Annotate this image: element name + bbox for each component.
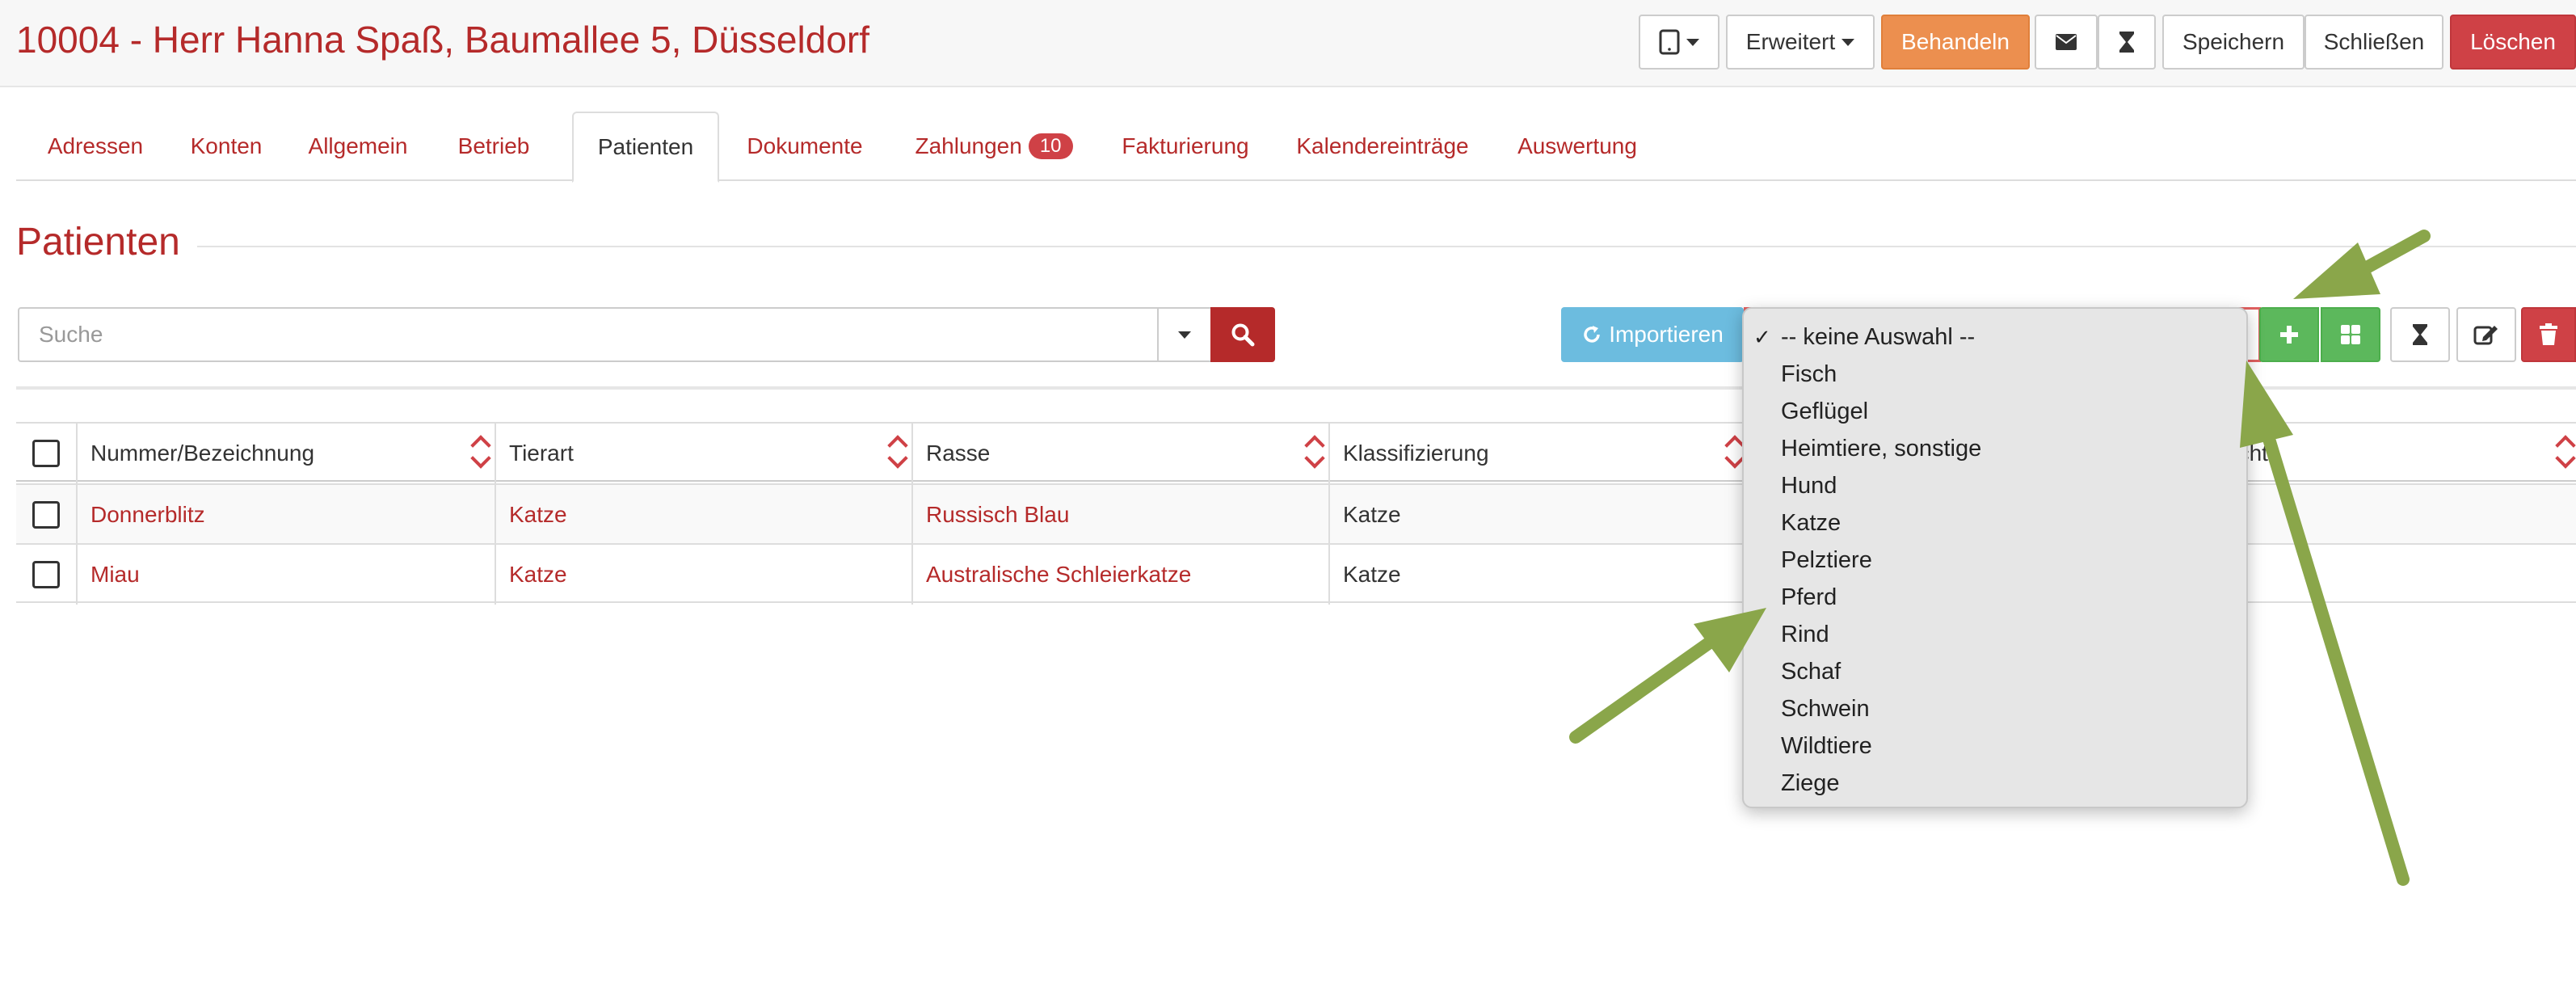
row-checkbox[interactable] [32,501,60,529]
klassifizierung-value: Katze [1328,545,1749,605]
column-tierart[interactable]: Tierart [495,424,911,483]
grid-icon [2341,325,2360,344]
select-all-checkbox[interactable] [32,440,60,467]
dropdown-option[interactable]: ✓ -- keine Auswahl -- [1753,318,1975,356]
add-patient-button[interactable] [2259,307,2319,362]
tierart-link[interactable]: Katze [495,485,911,545]
search-icon [1231,323,1255,347]
plus-icon [2280,326,2298,344]
dropdown-option[interactable]: Fisch [1781,356,1837,393]
rasse-link[interactable]: Australische Schleierkatze [911,545,1328,605]
edit-icon [2473,326,2498,345]
schliessen-button[interactable]: Schließen [2305,15,2443,70]
sort-icon[interactable] [1304,430,1325,475]
section-title: Patienten [16,221,180,263]
dropdown-option[interactable]: Wildtiere [1781,727,1872,765]
tab-fakturierung[interactable]: Fakturierung [1102,112,1269,181]
envelope-icon [2056,34,2077,50]
tab-auswertung[interactable]: Auswertung [1496,112,1658,181]
top-bar: 10004 - Herr Hanna Spaß, Baumallee 5, Dü… [0,0,2576,87]
search-input[interactable]: Suche [18,307,1159,362]
hourglass-icon [2119,32,2134,53]
import-button[interactable]: Importieren [1561,307,1744,362]
refresh-icon [1584,326,1600,343]
tab-kalendereintraege[interactable]: Kalendereinträge [1280,112,1485,181]
tierart-link[interactable]: Katze [495,545,911,605]
tab-zahlungen[interactable]: Zahlungen 10 [897,112,1091,181]
column-klassifizierung[interactable]: Klassifizierung [1328,424,1749,483]
search-options-dropdown[interactable] [1157,307,1212,362]
speichern-button[interactable]: Speichern [2162,15,2305,70]
tierart-dropdown-menu: ✓ -- keine Auswahl -- Fisch Geflügel Heim… [1742,307,2248,808]
section-divider [197,246,2576,247]
row-select-cell [16,545,76,605]
device-dropdown-button[interactable] [1639,15,1719,70]
chevron-down-icon [1842,38,1855,46]
tab-allgemein[interactable]: Allgemein [286,112,430,181]
edit-button[interactable] [2456,307,2516,362]
dropdown-option[interactable]: Katze [1781,504,1841,542]
loeschen-button[interactable]: Löschen [2450,15,2576,70]
annotation-arrow-icon [1569,608,1766,744]
tab-betrieb[interactable]: Betrieb [433,112,554,181]
row-select-cell [16,485,76,545]
tablet-icon [1659,29,1680,55]
dropdown-option[interactable]: Hund [1781,467,1837,504]
behandeln-button[interactable]: Behandeln [1881,15,2030,70]
tab-bar: Adressen Konten Allgemein Betrieb Patien… [16,112,2576,183]
patient-name-link[interactable]: Donnerblitz [76,485,495,545]
dropdown-option[interactable]: Schaf [1781,653,1841,690]
hourglass-icon [2413,324,2427,345]
tab-adressen[interactable]: Adressen [24,112,166,181]
tab-patienten[interactable]: Patienten [572,112,719,183]
dropdown-option[interactable]: Pelztiere [1781,542,1872,579]
erweitert-button[interactable]: Erweitert [1726,15,1875,70]
chevron-down-icon [1178,331,1191,339]
grid-view-button[interactable] [2321,307,2380,362]
dropdown-option[interactable]: Geflügel [1781,393,1868,430]
klassifizierung-value: Katze [1328,485,1749,545]
tab-dokumente[interactable]: Dokumente [724,112,886,181]
dropdown-option[interactable]: Ziege [1781,765,1840,802]
search-button[interactable] [1210,307,1275,362]
column-nummer[interactable]: Nummer/Bezeichnung [76,424,495,483]
chevron-down-icon [1686,38,1699,46]
sort-icon[interactable] [2555,430,2576,475]
dropdown-option[interactable]: Heimtiere, sonstige [1781,430,1981,467]
history-toolbar-button[interactable] [2390,307,2450,362]
sort-icon[interactable] [470,430,491,475]
tab-konten[interactable]: Konten [170,112,283,181]
checkmark-icon: ✓ [1753,324,1771,349]
dropdown-option[interactable]: Pferd [1781,579,1837,616]
trash-icon [2540,323,2557,345]
patient-name-link[interactable]: Miau [76,545,495,605]
payment-count-badge: 10 [1028,133,1073,159]
email-button[interactable] [2035,15,2098,70]
select-all-cell [16,424,76,483]
page-title: 10004 - Herr Hanna Spaß, Baumallee 5, Dü… [16,19,870,61]
rasse-link[interactable]: Russisch Blau [911,485,1328,545]
dropdown-option[interactable]: Rind [1781,616,1829,653]
sort-icon[interactable] [887,430,908,475]
dropdown-option[interactable]: Schwein [1781,690,1870,727]
delete-button[interactable] [2521,307,2576,362]
column-rasse[interactable]: Rasse [911,424,1328,483]
row-checkbox[interactable] [32,561,60,588]
history-button[interactable] [2098,15,2156,70]
